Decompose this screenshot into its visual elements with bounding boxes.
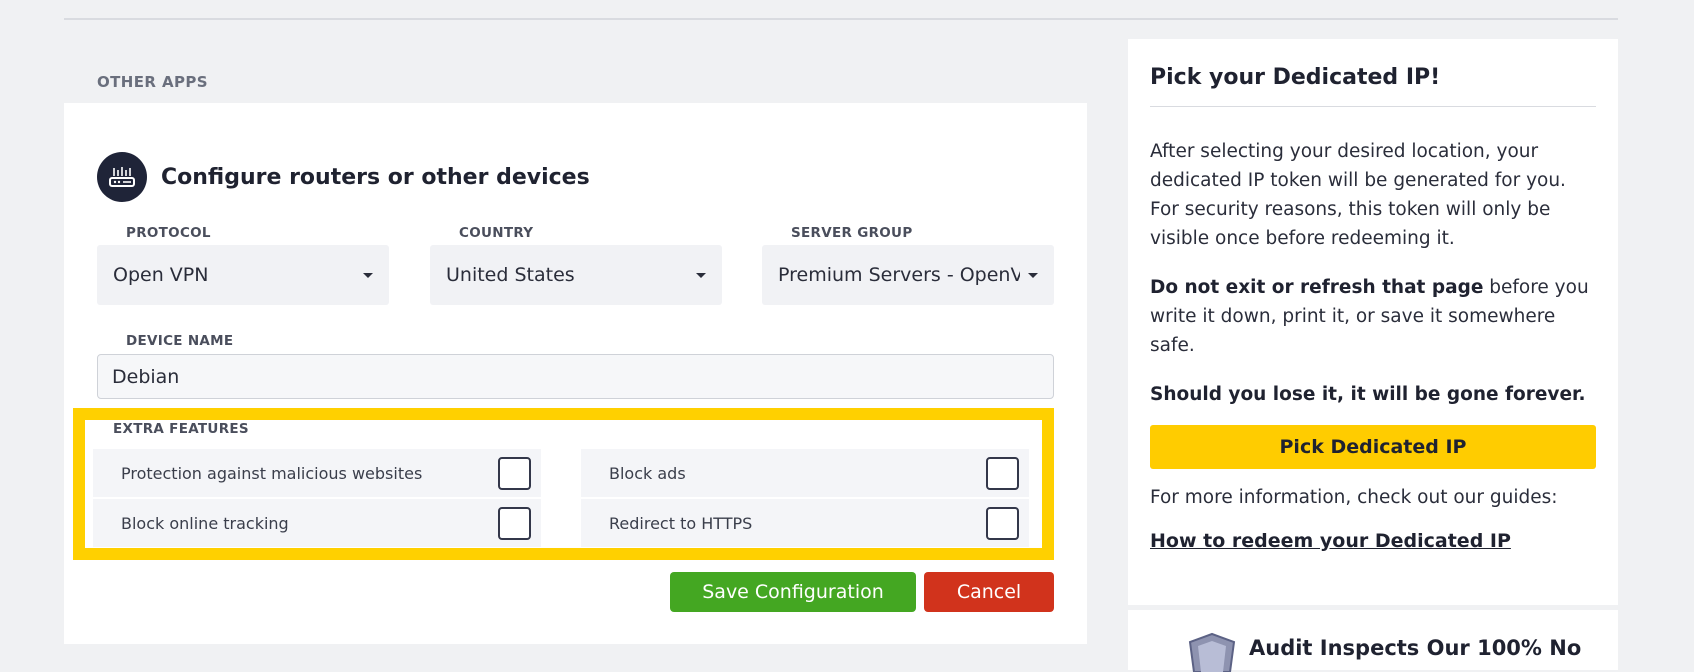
feature-block-tracking[interactable]: Block online tracking bbox=[93, 499, 541, 547]
feature-label: Block ads bbox=[609, 463, 686, 483]
chevron-down-icon bbox=[696, 272, 706, 278]
country-label: COUNTRY bbox=[459, 225, 534, 241]
shield-icon bbox=[1188, 632, 1236, 672]
checkbox[interactable] bbox=[498, 456, 531, 490]
server-group-label: SERVER GROUP bbox=[791, 225, 913, 241]
checkbox[interactable] bbox=[498, 506, 531, 540]
feature-label: Block online tracking bbox=[121, 513, 289, 533]
configure-card: Configure routers or other devices PROTO… bbox=[64, 103, 1087, 644]
feature-label: Protection against malicious websites bbox=[121, 463, 423, 483]
extra-features-label: EXTRA FEATURES bbox=[113, 421, 249, 437]
dedicated-ip-title: Pick your Dedicated IP! bbox=[1150, 65, 1596, 107]
section-heading: OTHER APPS bbox=[97, 73, 208, 91]
dedicated-ip-warning: Do not exit or refresh that page before … bbox=[1150, 273, 1596, 360]
guides-text: For more information, check out our guid… bbox=[1150, 487, 1558, 508]
warning-bold: Do not exit or refresh that page bbox=[1150, 277, 1484, 298]
feature-label: Redirect to HTTPS bbox=[609, 513, 753, 533]
feature-redirect-https[interactable]: Redirect to HTTPS bbox=[581, 499, 1029, 547]
audit-card: Audit Inspects Our 100% No bbox=[1128, 610, 1618, 672]
feature-block-ads[interactable]: Block ads bbox=[581, 449, 1029, 497]
server-group-value: Premium Servers - OpenVPN bbox=[778, 264, 1020, 286]
protocol-label: PROTOCOL bbox=[126, 225, 211, 241]
cancel-button[interactable]: Cancel bbox=[924, 572, 1054, 612]
protocol-value: Open VPN bbox=[113, 264, 209, 286]
country-value: United States bbox=[446, 264, 575, 286]
dedicated-ip-lose-warning: Should you lose it, it will be gone fore… bbox=[1150, 384, 1586, 405]
card-header: Configure routers or other devices bbox=[97, 152, 590, 202]
server-group-select[interactable]: Premium Servers - OpenVPN bbox=[762, 245, 1054, 305]
feature-malicious-protection[interactable]: Protection against malicious websites bbox=[93, 449, 541, 497]
dedicated-ip-description: After selecting your desired location, y… bbox=[1150, 141, 1566, 249]
device-name-input[interactable] bbox=[97, 354, 1054, 399]
card-title: Configure routers or other devices bbox=[161, 164, 590, 190]
audit-text-main: Audit Inspects Our 100% bbox=[1249, 636, 1550, 660]
chevron-down-icon bbox=[363, 272, 373, 278]
redeem-guide-link[interactable]: How to redeem your Dedicated IP bbox=[1150, 530, 1596, 552]
save-configuration-button[interactable]: Save Configuration bbox=[670, 572, 916, 612]
chevron-down-icon bbox=[1028, 272, 1038, 278]
audit-text-bold: No bbox=[1549, 636, 1582, 660]
pick-dedicated-ip-button[interactable]: Pick Dedicated IP bbox=[1150, 425, 1596, 469]
router-icon bbox=[97, 152, 147, 202]
audit-text: Audit Inspects Our 100% No bbox=[1249, 636, 1581, 660]
checkbox[interactable] bbox=[986, 456, 1019, 490]
country-select[interactable]: United States bbox=[430, 245, 722, 305]
device-name-label: DEVICE NAME bbox=[126, 333, 234, 349]
top-divider bbox=[64, 18, 1618, 20]
protocol-select[interactable]: Open VPN bbox=[97, 245, 389, 305]
dedicated-ip-card: Pick your Dedicated IP! After selecting … bbox=[1128, 39, 1618, 605]
checkbox[interactable] bbox=[986, 506, 1019, 540]
